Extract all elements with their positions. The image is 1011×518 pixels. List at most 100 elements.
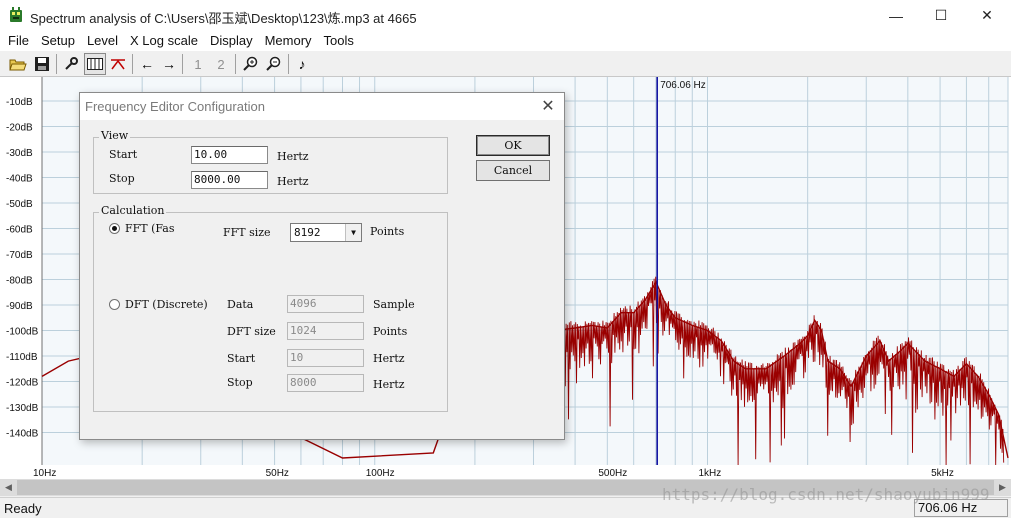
dft-radio[interactable] <box>109 299 120 310</box>
data-label: Data <box>227 298 254 311</box>
waveform-box-icon <box>87 58 103 70</box>
toolbar-separator <box>288 54 289 74</box>
fft-size-label: FFT size <box>223 226 271 239</box>
scroll-left-button[interactable]: ◀ <box>0 479 17 496</box>
save-button[interactable] <box>31 53 53 75</box>
cursor-icon <box>111 59 125 70</box>
zoom-out-button[interactable] <box>263 53 285 75</box>
y-tick-label: -140dB <box>6 429 39 440</box>
fft-radio[interactable] <box>109 223 120 234</box>
wrench-icon <box>65 57 78 70</box>
data-unit: Sample <box>373 298 415 311</box>
toolbar-separator <box>132 54 133 74</box>
dft-stop-unit: Hertz <box>373 378 405 391</box>
x-tick-label: 1kHz <box>698 468 721 479</box>
cursor-label: 706.06 Hz <box>660 80 706 91</box>
y-tick-label: -90dB <box>6 301 33 312</box>
chevron-down-icon: ▼ <box>345 224 361 241</box>
open-folder-icon <box>9 59 27 71</box>
open-button[interactable] <box>7 53 29 75</box>
cancel-button[interactable]: Cancel <box>476 160 550 181</box>
y-tick-label: -130dB <box>6 403 39 414</box>
note-icon: ♪ <box>298 56 306 72</box>
data-input[interactable]: 4096 <box>287 295 364 313</box>
view-stop-input[interactable]: 8000.00 <box>191 171 268 189</box>
y-tick-label: -60dB <box>6 225 33 236</box>
close-icon: ✕ <box>981 7 993 23</box>
y-tick-label: -70dB <box>6 250 33 261</box>
watermark: https://blog.csdn.net/shaoyubin999 <box>662 485 990 504</box>
x-tick-label: 10Hz <box>33 468 56 479</box>
menu-tools[interactable]: Tools <box>318 31 360 51</box>
toolbar-separator <box>235 54 236 74</box>
fft-size-value: 8192 <box>294 226 321 239</box>
zoom-in-button[interactable] <box>240 53 262 75</box>
x-axis-strip: 10Hz 50Hz 100Hz 500Hz 1kHz 5kHz <box>0 465 1011 479</box>
close-button[interactable]: ✕ <box>964 0 1010 31</box>
ok-button[interactable]: OK <box>476 135 550 156</box>
menu-setup[interactable]: Setup <box>35 31 81 51</box>
memory-1-button[interactable]: 1 <box>187 53 209 75</box>
forward-button[interactable]: → <box>158 53 180 75</box>
x-tick-label: 500Hz <box>598 468 627 479</box>
settings-button[interactable] <box>60 53 82 75</box>
menu-x-log-scale[interactable]: X Log scale <box>124 31 204 51</box>
play-button[interactable]: ♪ <box>291 53 313 75</box>
menu-level[interactable]: Level <box>81 31 124 51</box>
maximize-icon: ☐ <box>934 7 948 23</box>
fft-size-unit: Points <box>370 225 405 238</box>
dft-radio-label: DFT (Discrete) <box>125 298 208 311</box>
dft-size-label: DFT size <box>227 325 276 338</box>
view-start-label: Start <box>109 148 138 161</box>
view-start-unit: Hertz <box>277 150 309 163</box>
y-tick-label: -20dB <box>6 123 33 134</box>
dft-start-input[interactable]: 10 <box>287 349 364 367</box>
title-bar: Spectrum analysis of C:\Users\邵玉斌\Deskto… <box>0 0 1011 31</box>
toolbar-separator <box>56 54 57 74</box>
minimize-icon: — <box>889 7 903 24</box>
view-group-title: View <box>99 129 131 142</box>
maximize-button[interactable]: ☐ <box>918 0 964 31</box>
dft-start-unit: Hertz <box>373 352 405 365</box>
scroll-right-icon: ▶ <box>999 482 1006 492</box>
toolbar: ← → 1 2 ♪ <box>0 51 1011 77</box>
status-ready: Ready <box>4 501 42 516</box>
scroll-right-button[interactable]: ▶ <box>994 479 1011 496</box>
dft-start-label: Start <box>227 352 256 365</box>
frequency-editor-dialog: Frequency Editor Configuration ✕ View St… <box>79 92 565 440</box>
close-icon: ✕ <box>541 98 555 115</box>
dft-size-unit: Points <box>373 325 408 338</box>
dialog-title-bar: Frequency Editor Configuration ✕ <box>80 93 564 120</box>
dialog-close-button[interactable]: ✕ <box>538 97 558 117</box>
menu-file[interactable]: File <box>0 31 35 51</box>
y-tick-label: -100dB <box>6 327 39 338</box>
y-tick-label: -80dB <box>6 276 33 287</box>
cursor-button[interactable] <box>107 53 129 75</box>
dft-stop-input[interactable]: 8000 <box>287 374 364 392</box>
window-title: Spectrum analysis of C:\Users\邵玉斌\Deskto… <box>30 11 417 26</box>
save-icon <box>35 57 49 71</box>
menu-display[interactable]: Display <box>204 31 259 51</box>
view-stop-label: Stop <box>109 172 135 185</box>
menu-memory[interactable]: Memory <box>259 31 318 51</box>
y-tick-label: -30dB <box>6 148 33 159</box>
menu-bar: File Setup Level X Log scale Display Mem… <box>0 31 1011 51</box>
minimize-button[interactable]: — <box>873 0 919 31</box>
display-mode-button[interactable] <box>84 53 106 75</box>
spectrum-analysis-window: Spectrum analysis of C:\Users\邵玉斌\Deskto… <box>0 0 1011 518</box>
back-button[interactable]: ← <box>136 53 158 75</box>
app-logo-icon <box>10 7 22 22</box>
dft-size-input[interactable]: 1024 <box>287 322 364 340</box>
memory-1-label: 1 <box>194 56 202 72</box>
calculation-group-title: Calculation <box>99 204 167 217</box>
zoom-in-icon <box>243 56 258 71</box>
fft-size-select[interactable]: 8192 ▼ <box>290 223 362 242</box>
memory-2-label: 2 <box>217 56 225 72</box>
view-start-input[interactable]: 10.00 <box>191 146 268 164</box>
dft-stop-label: Stop <box>227 376 253 389</box>
y-tick-label: -10dB <box>6 97 33 108</box>
fft-radio-label: FFT (Fas <box>125 222 175 235</box>
view-group <box>93 137 448 194</box>
x-tick-label: 5kHz <box>931 468 954 479</box>
memory-2-button[interactable]: 2 <box>210 53 232 75</box>
